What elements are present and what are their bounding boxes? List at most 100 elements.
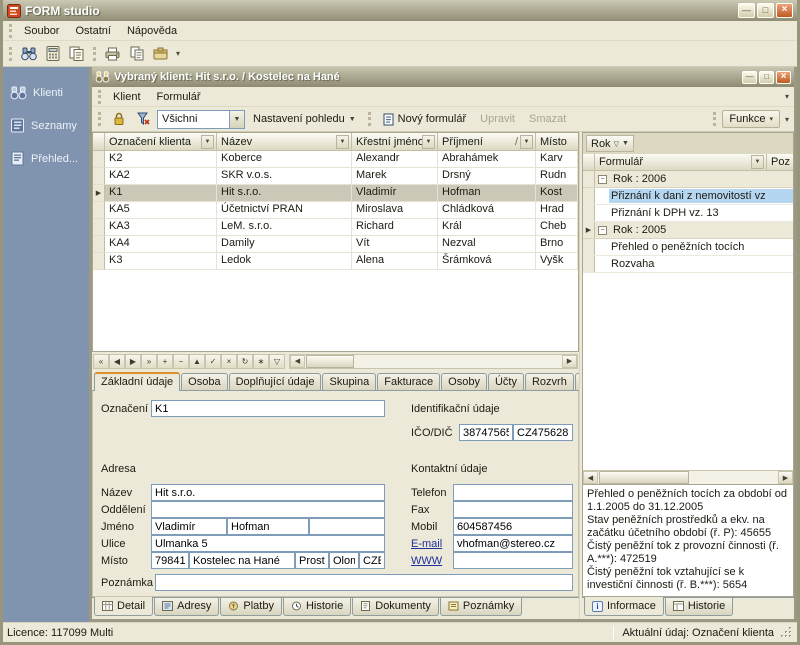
nav-edit-button[interactable]: ▲ — [189, 354, 205, 369]
delete-button[interactable]: Smazat — [523, 111, 572, 127]
scroll-left-icon[interactable]: ◀ — [290, 355, 305, 368]
nav-prev-button[interactable]: ◀ — [109, 354, 125, 369]
client-filter-select[interactable]: Všichni ▼ — [157, 110, 245, 129]
scroll-right-icon[interactable]: ▶ — [562, 355, 577, 368]
client-close-button[interactable]: × — [776, 71, 791, 84]
nav-insert-button[interactable]: + — [157, 354, 173, 369]
column-header-misto[interactable]: Místo — [536, 133, 578, 151]
tree-item[interactable]: Rozvaha — [583, 256, 793, 273]
sidebar-item-klienti[interactable]: Klienti — [3, 77, 89, 109]
edit-button[interactable]: Upravit — [474, 111, 521, 127]
tab-adresy[interactable]: Adresy — [154, 598, 219, 616]
client-toolbar-grip-2[interactable] — [368, 112, 371, 126]
menubar-grip[interactable] — [9, 24, 12, 38]
tab-zakladni-udaje[interactable]: Základní údaje — [94, 372, 180, 391]
table-row[interactable]: KA4 Damily Vít Nezval Brno — [93, 236, 578, 253]
nav-refresh-button[interactable]: ↻ — [237, 354, 253, 369]
fax-input[interactable] — [453, 501, 573, 518]
nav-cancel-button[interactable]: × — [221, 354, 237, 369]
telefon-input[interactable] — [453, 484, 573, 501]
copy-button[interactable] — [125, 43, 148, 64]
tab-historie[interactable]: Historie — [283, 598, 351, 616]
column-header-nazev[interactable]: Název ▼ — [217, 133, 352, 151]
ico-input[interactable] — [459, 424, 513, 441]
column-header-formular[interactable]: Formulář ▼ — [595, 154, 767, 171]
functions-button[interactable]: Funkce ▾ — [722, 110, 780, 128]
scroll-left-icon[interactable]: ◀ — [583, 471, 598, 484]
column-header-poznamka[interactable]: Poz — [767, 154, 793, 171]
psc-input[interactable] — [151, 552, 189, 569]
tree-item[interactable]: Přiznání k DPH vz. 13 — [583, 205, 793, 222]
minimize-button[interactable]: — — [738, 3, 755, 18]
column-filter-icon[interactable]: ▼ — [520, 135, 533, 149]
nav-next-button[interactable]: ▶ — [125, 354, 141, 369]
toolbar-grip-2[interactable] — [93, 47, 96, 61]
sidebar-item-seznamy[interactable]: Seznamy — [3, 109, 89, 142]
tab-dokumenty[interactable]: Dokumenty — [352, 598, 439, 616]
tab-poznamky[interactable]: Poznámky — [440, 598, 522, 616]
mobil-input[interactable] — [453, 518, 573, 535]
scroll-right-icon[interactable]: ▶ — [778, 471, 793, 484]
email-input[interactable] — [453, 535, 573, 552]
grid-horizontal-scrollbar[interactable]: ◀ ▶ — [289, 354, 578, 369]
tab-rozvrh[interactable]: Rozvrh — [525, 373, 574, 390]
view-settings-button[interactable]: Nastavení pohledu ▼ — [247, 111, 362, 127]
tab-osoba[interactable]: Osoba — [181, 373, 227, 390]
toolbar-overflow-icon[interactable]: ▾ — [173, 49, 183, 58]
maximize-button[interactable]: □ — [757, 3, 774, 18]
column-filter-icon[interactable]: ▼ — [422, 135, 435, 149]
scrollbar-thumb[interactable] — [306, 355, 354, 368]
lock-button[interactable] — [107, 109, 130, 130]
client-toolbar-grip[interactable] — [98, 112, 101, 126]
menu-klient[interactable]: Klient — [105, 88, 149, 106]
scrollbar-thumb[interactable] — [599, 471, 689, 484]
client-maximize-button[interactable]: □ — [759, 71, 774, 84]
www-input[interactable] — [453, 552, 573, 569]
toolbar-grip[interactable] — [9, 47, 12, 61]
misto-input[interactable] — [189, 552, 295, 569]
menu-soubor[interactable]: Soubor — [16, 22, 67, 40]
menubar-overflow-icon[interactable]: ▾ — [782, 92, 792, 101]
tree-group-row[interactable]: ▶ − Rok : 2005 — [583, 222, 793, 239]
client-menubar-grip[interactable] — [98, 90, 101, 104]
nazev-input[interactable] — [151, 484, 385, 501]
new-form-button[interactable]: Nový formulář — [377, 111, 472, 128]
tab-platby[interactable]: Platby — [220, 598, 282, 616]
tab-detail[interactable]: Detail — [94, 597, 153, 616]
www-link-label[interactable]: WWW — [411, 555, 442, 567]
dic-input[interactable] — [513, 424, 573, 441]
oddeleni-input[interactable] — [151, 501, 385, 518]
okres-input[interactable] — [295, 552, 329, 569]
kraj-input[interactable] — [329, 552, 359, 569]
tab-fakturace[interactable]: Fakturace — [377, 373, 440, 390]
table-row[interactable]: KA3 LeM. s.r.o. Richard Král Cheb — [93, 219, 578, 236]
table-row-selected[interactable]: ▶ K1 Hit s.r.o. Vladimír Hofman Kost — [93, 185, 578, 202]
resize-grip[interactable] — [780, 626, 793, 639]
tree-group-row[interactable]: − Rok : 2006 — [583, 171, 793, 188]
nav-filter-button[interactable]: ▽ — [269, 354, 285, 369]
column-filter-icon[interactable]: ▼ — [201, 135, 214, 149]
filter-clear-button[interactable] — [132, 109, 155, 130]
jmeno-input[interactable] — [151, 518, 227, 535]
tab-historie-panel[interactable]: Historie — [665, 598, 733, 616]
collapse-icon[interactable]: − — [598, 175, 607, 184]
table-row[interactable]: KA5 Účetnictví PRAN Miroslava Chládková … — [93, 202, 578, 219]
forms-button[interactable] — [65, 43, 88, 64]
forms-horizontal-scrollbar[interactable]: ◀ ▶ — [582, 470, 794, 485]
export-button[interactable] — [149, 43, 172, 64]
tab-skupina[interactable]: Skupina — [322, 373, 376, 390]
column-filter-icon[interactable]: ▼ — [336, 135, 349, 149]
nav-delete-button[interactable]: − — [173, 354, 189, 369]
poznamka-input[interactable] — [155, 574, 573, 591]
table-row[interactable]: K3 Ledok Alena Šrámková Vyšk — [93, 253, 578, 270]
column-header-oznaceni-klienta[interactable]: Označení klienta ▼ — [105, 133, 217, 151]
tab-doplnujici-udaje[interactable]: Doplňující údaje — [229, 373, 322, 390]
menu-napoveda[interactable]: Nápověda — [119, 22, 185, 40]
group-by-rok-chip[interactable]: Rok ▽ ▼ — [586, 135, 634, 152]
nav-bookmark-button[interactable]: ∗ — [253, 354, 269, 369]
email-link-label[interactable]: E-mail — [411, 538, 442, 550]
column-header-krestni-jmeno[interactable]: Křestní jméno ▼ — [352, 133, 438, 151]
clients-button[interactable] — [17, 43, 40, 64]
client-minimize-button[interactable]: — — [742, 71, 757, 84]
tab-ucty[interactable]: Účty — [488, 373, 524, 390]
